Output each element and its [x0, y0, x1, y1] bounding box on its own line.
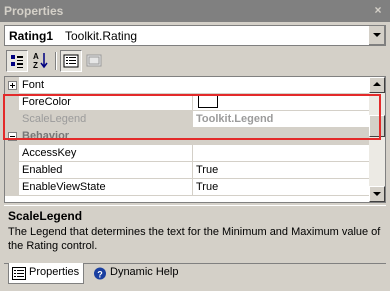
tab-label: Dynamic Help — [110, 266, 179, 278]
property-value[interactable]: True — [193, 162, 370, 179]
property-name: Enabled — [19, 162, 193, 179]
chevron-down-icon — [373, 33, 381, 37]
row-gutter — [5, 145, 19, 162]
categorized-button[interactable] — [6, 50, 28, 72]
properties-button[interactable] — [60, 50, 82, 72]
category-row-font[interactable]: Font — [5, 77, 370, 94]
svg-text:?: ? — [97, 270, 103, 280]
properties-icon — [63, 54, 79, 68]
alphabetical-icon: A Z — [33, 52, 48, 70]
help-icon: ? — [94, 267, 106, 280]
category-label: Font — [19, 77, 370, 94]
highlight-annotation — [3, 94, 381, 140]
window-title: Properties — [4, 4, 64, 18]
tab-properties[interactable]: Properties — [8, 263, 85, 284]
toolbar-separator — [55, 52, 57, 70]
property-row-enabled[interactable]: Enabled True — [5, 162, 370, 179]
description-title: ScaleLegend — [8, 209, 83, 223]
property-row-accesskey[interactable]: AccessKey — [5, 145, 370, 162]
tab-dynamic-help[interactable]: ? Dynamic Help — [90, 263, 182, 284]
arrow-up-icon — [373, 82, 381, 86]
object-name: Rating1 — [9, 29, 54, 43]
alphabetical-button[interactable]: A Z — [30, 50, 52, 72]
property-name: EnableViewState — [19, 179, 193, 196]
row-gutter — [5, 162, 19, 179]
dropdown-button[interactable] — [368, 26, 385, 45]
panel-tabs: Properties ? Dynamic Help — [4, 263, 386, 287]
property-value[interactable] — [193, 145, 370, 162]
svg-text:A: A — [33, 52, 39, 61]
close-icon[interactable]: × — [370, 3, 386, 18]
tab-label: Properties — [29, 266, 80, 278]
scroll-down-button[interactable] — [369, 186, 385, 202]
property-row-enableviewstate[interactable]: EnableViewState True — [5, 179, 370, 196]
window-titlebar: Properties × — [0, 0, 390, 22]
scroll-up-button[interactable] — [369, 77, 385, 93]
property-pages-icon — [86, 54, 102, 67]
description-pane: ScaleLegend The Legend that determines t… — [4, 205, 386, 259]
categorized-icon — [11, 55, 23, 68]
object-selector[interactable]: Rating1 Toolkit.Rating — [4, 25, 386, 46]
svg-text:Z: Z — [33, 61, 38, 70]
row-gutter — [5, 179, 19, 196]
expand-plus-icon[interactable] — [8, 81, 17, 90]
property-name: AccessKey — [19, 145, 193, 162]
object-type: Toolkit.Rating — [65, 29, 138, 43]
row-gutter — [5, 77, 19, 94]
property-value[interactable]: True — [193, 179, 370, 196]
arrow-down-icon — [373, 192, 381, 196]
toolbar: A Z — [4, 49, 386, 73]
property-pages-button[interactable] — [84, 50, 106, 72]
description-text: The Legend that determines the text for … — [8, 226, 381, 252]
properties-tab-icon — [12, 267, 26, 280]
